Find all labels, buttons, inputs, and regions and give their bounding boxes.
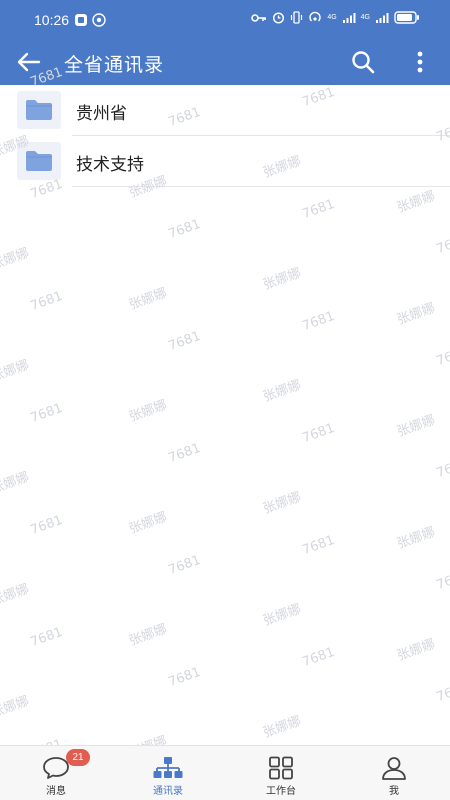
list-item-label: 技术支持 (76, 155, 144, 175)
watermark-code: 7681 (28, 512, 65, 539)
watermark-code: 7681 (434, 455, 450, 482)
folder-icon (17, 142, 61, 180)
watermark-code: 7681 (434, 231, 450, 258)
list-item[interactable]: 技术支持 (0, 136, 450, 187)
back-button[interactable] (12, 47, 46, 77)
watermark-name: 张娜娜 (0, 357, 32, 386)
signal-icon-2 (376, 12, 389, 23)
watermark-name: 张娜娜 (261, 601, 304, 630)
key-icon (251, 13, 267, 22)
grid-icon (269, 756, 293, 780)
watermark-code: 7681 (434, 343, 450, 370)
nav-messages[interactable]: 21 消息 (0, 746, 112, 800)
more-options-button[interactable] (406, 47, 434, 77)
eye-notification-icon (92, 13, 106, 27)
nav-contacts[interactable]: 通讯录 (112, 746, 224, 800)
search-icon (352, 51, 375, 74)
watermark-name: 张娜娜 (395, 300, 438, 329)
divider (72, 186, 450, 187)
contacts-folder-list: 贵州省 技术支持 (0, 85, 450, 187)
app-notification-icon (75, 14, 87, 26)
watermark-name: 张娜娜 (261, 713, 304, 742)
watermark-name: 张娜娜 (395, 636, 438, 665)
vibrate-icon (291, 11, 303, 24)
more-vertical-icon (417, 51, 423, 73)
watermark-code: 7681 (28, 288, 65, 315)
alarm-icon (273, 12, 285, 24)
nav-label: 消息 (46, 786, 66, 797)
watermark-code: 7681 (434, 679, 450, 706)
org-chart-icon (153, 757, 183, 778)
watermark-code: 7681 (166, 216, 203, 243)
arrow-left-icon (17, 52, 41, 72)
watermark-code: 7681 (166, 552, 203, 579)
watermark-code: 7681 (166, 664, 203, 691)
network-type-2: 4G (360, 14, 370, 21)
watermark-name: 张娜娜 (395, 524, 438, 553)
nav-label: 工作台 (266, 786, 296, 797)
watermark-code: 7681 (300, 196, 337, 223)
watermark-name: 张娜娜 (0, 469, 32, 498)
watermark-name: 张娜娜 (127, 397, 170, 426)
nav-label: 我 (389, 786, 399, 797)
watermark-name: 张娜娜 (261, 377, 304, 406)
status-bar: 10:26 4G 4G (0, 0, 450, 40)
watermark-name: 张娜娜 (127, 509, 170, 538)
watermark-name: 张娜娜 (261, 265, 304, 294)
watermark-code: 7681 (434, 567, 450, 594)
watermark-name: 张娜娜 (127, 285, 170, 314)
list-item-label: 贵州省 (76, 104, 127, 124)
watermark-code: 7681 (300, 644, 337, 671)
watermark-code: 7681 (166, 440, 203, 467)
watermark-name: 张娜娜 (0, 245, 32, 274)
page-title: 全省通讯录 (64, 54, 165, 76)
signal-icon-1 (342, 12, 356, 23)
battery-icon (394, 11, 419, 24)
list-item[interactable]: 贵州省 (0, 85, 450, 136)
bottom-navigation: 21 消息 通讯录 工作台 我 (0, 745, 450, 800)
nav-label: 通讯录 (153, 786, 183, 797)
watermark-code: 7681 (300, 420, 337, 447)
status-notification-icons (74, 13, 106, 27)
nav-me[interactable]: 我 (338, 746, 450, 800)
search-button[interactable] (346, 47, 380, 77)
watermark-code: 7681 (28, 400, 65, 427)
watermark-code: 7681 (166, 328, 203, 355)
watermark-code: 7681 (300, 308, 337, 335)
watermark-name: 张娜娜 (395, 412, 438, 441)
unread-badge: 21 (66, 749, 90, 766)
app-bar: 全省通讯录 (0, 40, 450, 85)
watermark-code: 7681 (300, 532, 337, 559)
watermark-name: 张娜娜 (0, 693, 32, 722)
watermark-code: 7681 (28, 624, 65, 651)
nav-workbench[interactable]: 工作台 (225, 746, 337, 800)
watermark-name: 张娜娜 (0, 581, 32, 610)
watermark-name: 张娜娜 (261, 489, 304, 518)
network-type-1: 4G (327, 14, 337, 21)
hotspot-icon (309, 11, 321, 22)
watermark-name: 张娜娜 (395, 188, 438, 217)
folder-icon (17, 91, 61, 129)
person-icon (382, 757, 406, 780)
watermark-name: 张娜娜 (127, 621, 170, 650)
status-system-icons: 4G 4G (251, 11, 420, 24)
status-time: 10:26 (34, 12, 70, 28)
